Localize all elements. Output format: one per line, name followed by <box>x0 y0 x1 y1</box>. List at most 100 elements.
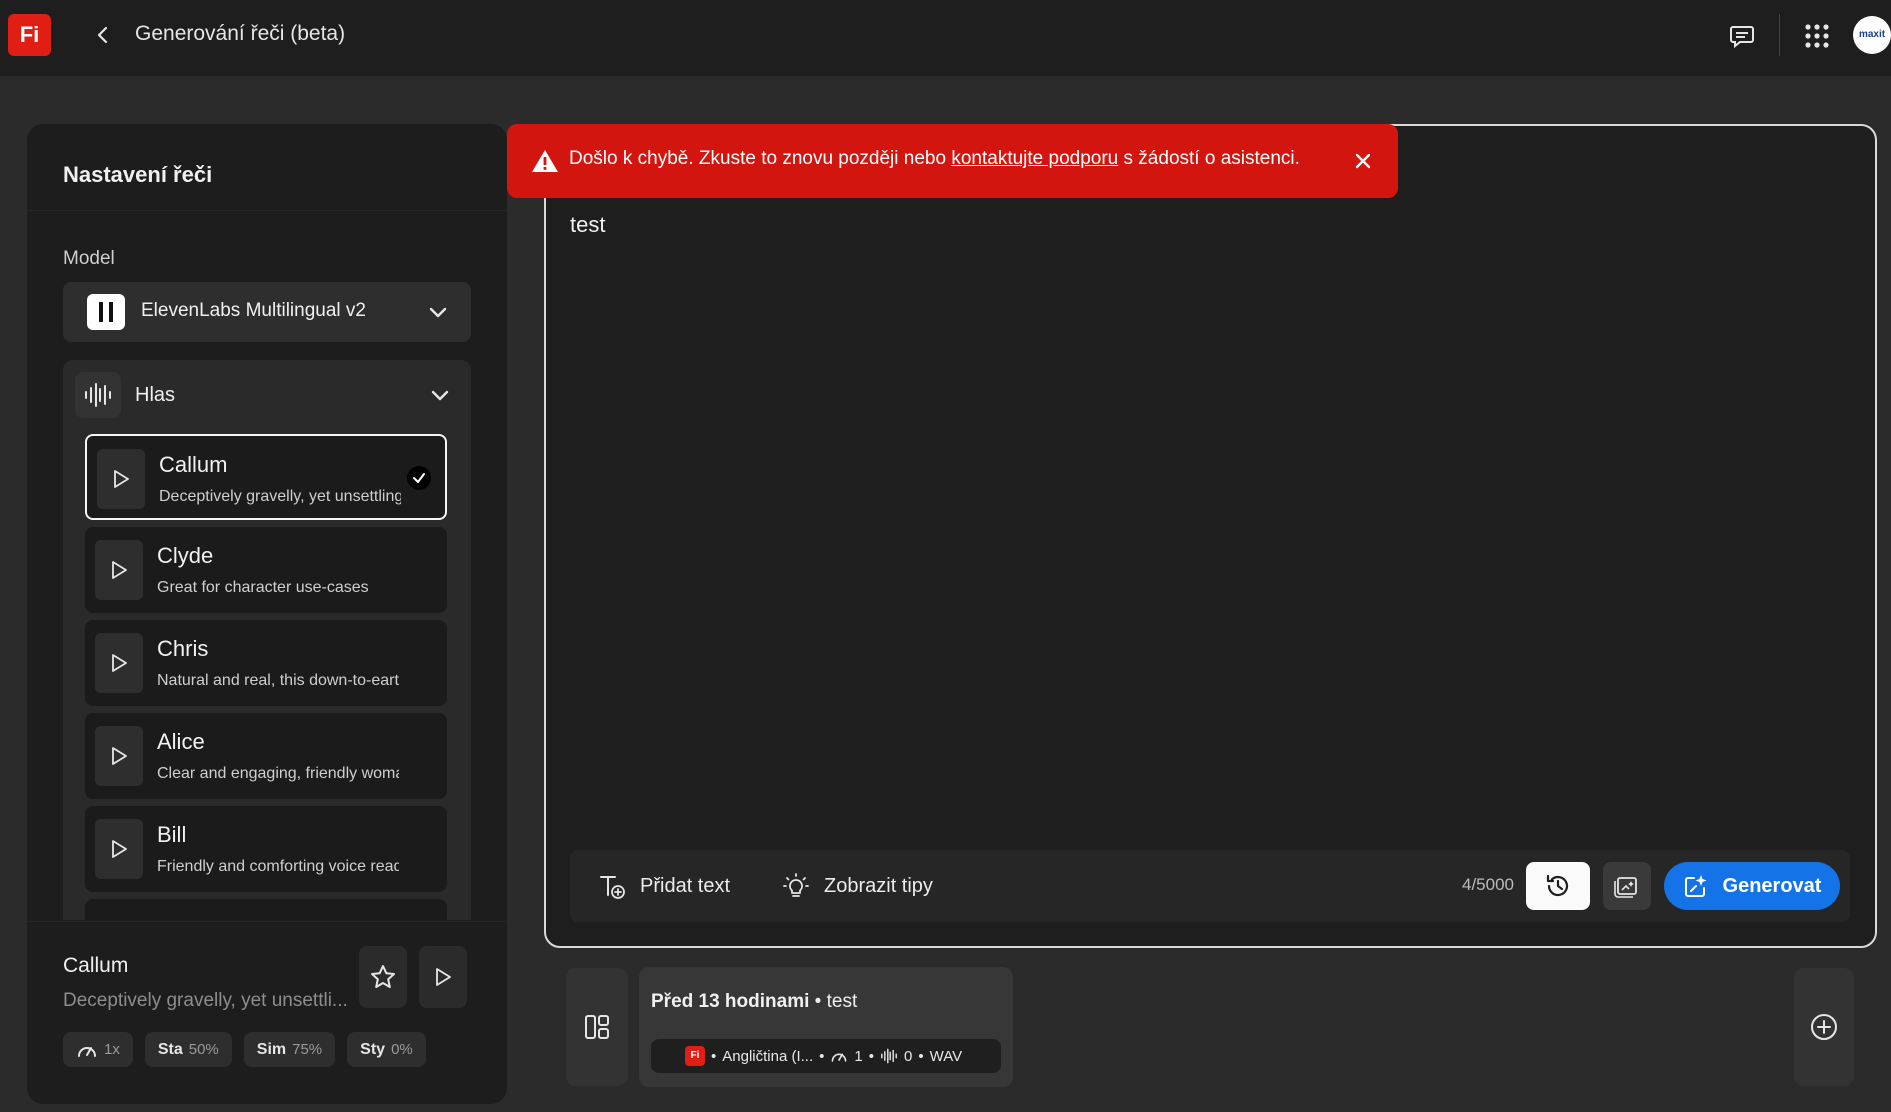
stability-chip[interactable]: Sta 50% <box>144 1032 232 1067</box>
selected-voice-name: Callum <box>63 954 129 977</box>
back-button[interactable] <box>86 18 120 52</box>
chip-value: 1x <box>104 1041 120 1058</box>
play-icon <box>112 654 127 672</box>
history-text: test <box>826 991 858 1012</box>
play-icon <box>112 561 127 579</box>
speed-icon <box>832 1053 847 1062</box>
app-logo-small: Fi <box>685 1046 705 1066</box>
waveform-icon <box>75 372 121 418</box>
layout-toggle-button[interactable] <box>566 968 628 1086</box>
separator: • <box>868 1047 875 1065</box>
play-icon <box>436 968 451 986</box>
add-new-button[interactable] <box>1794 968 1854 1086</box>
meta-count: 0 <box>904 1047 913 1065</box>
voice-section-label: Hlas <box>135 384 176 406</box>
voice-section-toggle[interactable]: Hlas <box>63 360 471 430</box>
voice-item-bill[interactable]: Bill Friendly and comforting voice ready… <box>85 806 447 892</box>
play-icon <box>114 470 129 488</box>
play-preview-button[interactable] <box>95 819 143 879</box>
app-logo[interactable]: Fi <box>8 14 51 56</box>
chevron-down-icon <box>429 307 447 318</box>
chip-label: Sim <box>256 1040 287 1058</box>
voice-name: Callum <box>159 452 228 477</box>
layout-icon <box>585 1015 609 1039</box>
history-item-title: Před 13 hodinami • test <box>651 991 857 1013</box>
meta-language: Angličtina (I... <box>722 1047 814 1065</box>
chevron-left-icon <box>97 26 108 44</box>
add-text-icon <box>600 876 625 899</box>
meta-speed: 1 <box>854 1047 863 1065</box>
voice-item-chris[interactable]: Chris Natural and real, this down-to-ear… <box>85 620 447 706</box>
chat-icon <box>1730 26 1754 49</box>
generate-label: Generovat <box>1722 874 1822 897</box>
divider <box>27 210 507 211</box>
voice-item-partial[interactable] <box>85 899 447 920</box>
play-preview-button[interactable] <box>95 726 143 786</box>
speed-chip[interactable]: 1x <box>63 1032 133 1067</box>
error-message-end: s žádostí o asistenci. <box>1118 148 1300 169</box>
feedback-button[interactable] <box>1724 18 1760 54</box>
close-toast-button[interactable] <box>1350 148 1376 174</box>
play-selected-button[interactable] <box>419 946 467 1008</box>
model-value: ElevenLabs Multilingual v2 <box>141 300 366 321</box>
plus-circle-icon <box>1811 1014 1837 1040</box>
show-tips-label: Zobrazit tipy <box>824 874 933 897</box>
chevron-down-icon <box>431 390 449 401</box>
history-time: Před 13 hodinami <box>651 991 810 1012</box>
image-sparkle-icon <box>1614 877 1637 898</box>
voice-item-callum[interactable]: Callum Deceptively gravelly, yet unsettl… <box>85 434 447 520</box>
image-reference-button[interactable] <box>1603 862 1651 910</box>
panel-title: Nastavení řeči <box>63 162 213 187</box>
character-counter: 4/5000 <box>1462 875 1514 894</box>
voice-name: Chris <box>157 636 209 661</box>
speech-settings-panel: Nastavení řeči Model ElevenLabs Multilin… <box>27 124 507 1104</box>
apps-button[interactable] <box>1799 18 1835 54</box>
history-item[interactable]: Před 13 hodinami • test Fi • Angličtina … <box>639 967 1013 1087</box>
meta-format: WAV <box>929 1047 963 1065</box>
add-text-button[interactable]: Přidat text <box>598 864 730 908</box>
divider <box>27 921 507 922</box>
editor-content[interactable]: test <box>570 212 605 238</box>
play-preview-button[interactable] <box>97 449 145 509</box>
avatar[interactable]: maxit <box>1853 16 1891 54</box>
apps-grid-icon <box>1805 24 1829 48</box>
play-preview-button[interactable] <box>95 540 143 600</box>
warning-icon <box>532 150 558 172</box>
separator: • <box>918 1047 924 1065</box>
text-editor[interactable] <box>544 124 1877 948</box>
add-text-label: Přidat text <box>640 874 731 897</box>
voice-item-clyde[interactable]: Clyde Great for character use-cases <box>85 527 447 613</box>
voice-item-alice[interactable]: Alice Clear and engaging, friendly woman… <box>85 713 447 799</box>
voice-description: Clear and engaging, friendly woman with <box>157 765 399 782</box>
lightbulb-icon <box>783 873 809 897</box>
checkmark-icon <box>407 466 431 490</box>
voice-description: Great for character use-cases <box>157 579 369 596</box>
voice-settings-chips: 1x Sta 50% Sim 75% Sty 0% <box>63 1032 426 1067</box>
voice-description: Friendly and comforting voice ready to <box>157 858 399 875</box>
generate-button[interactable]: Generovat <box>1664 862 1840 910</box>
voice-name: Bill <box>157 822 187 847</box>
voice-section: Hlas Callum Deceptively gravelly, yet un… <box>63 360 471 920</box>
model-dropdown[interactable]: ElevenLabs Multilingual v2 <box>63 282 471 342</box>
similarity-chip[interactable]: Sim 75% <box>243 1032 336 1067</box>
voice-name: Alice <box>157 729 205 754</box>
separator: • <box>711 1047 717 1065</box>
star-icon <box>371 965 395 988</box>
speed-icon <box>78 1046 96 1057</box>
show-tips-button[interactable]: Zobrazit tipy <box>782 864 933 908</box>
separator: • <box>809 991 827 1012</box>
contact-support-link[interactable]: kontaktujte podporu <box>951 148 1118 169</box>
history-icon <box>1546 874 1569 897</box>
chip-value: 75% <box>292 1041 323 1058</box>
history-button[interactable] <box>1526 862 1590 910</box>
elevenlabs-logo-icon <box>87 294 125 330</box>
voice-description: Deceptively gravelly, yet unsettling <box>159 488 401 505</box>
editor-toolbar: Přidat text Zobrazit tipy 4/5000 Generov… <box>570 850 1850 922</box>
voice-description: Natural and real, this down-to-earth voi… <box>157 672 399 689</box>
play-preview-button[interactable] <box>95 633 143 693</box>
style-chip[interactable]: Sty 0% <box>347 1032 426 1067</box>
chip-label: Sty <box>360 1040 386 1058</box>
page-title: Generování řeči (beta) <box>135 22 346 45</box>
error-message: Došlo k chybě. Zkuste to znovu později n… <box>569 148 1300 170</box>
favorite-button[interactable] <box>359 946 407 1008</box>
